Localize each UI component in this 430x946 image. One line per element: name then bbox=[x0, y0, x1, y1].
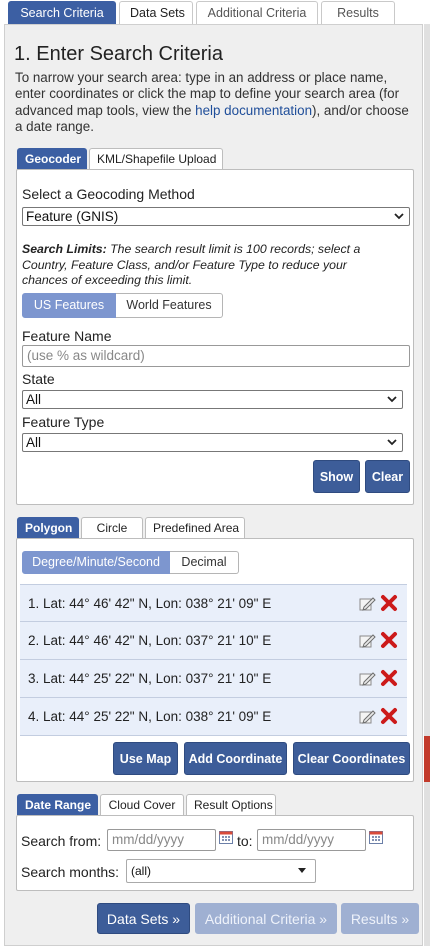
chevron-down-icon bbox=[387, 396, 397, 403]
data-sets-next-button[interactable]: Data Sets » bbox=[97, 903, 190, 934]
delete-x-icon[interactable] bbox=[380, 594, 398, 612]
clear-coordinates-button[interactable]: Clear Coordinates bbox=[293, 742, 410, 775]
world-features-button[interactable]: World Features bbox=[116, 293, 223, 318]
edit-pencil-icon[interactable] bbox=[359, 595, 376, 612]
state-value: All bbox=[26, 392, 42, 407]
tab-circle[interactable]: Circle bbox=[81, 517, 143, 538]
main-tabs: Search Criteria Data Sets Additional Cri… bbox=[8, 1, 395, 24]
feature-type-value: All bbox=[26, 435, 42, 450]
intro-text: To narrow your search area: type in an a… bbox=[15, 70, 415, 136]
coordinate-text: 1. Lat: 44° 46' 42" N, Lon: 038° 21' 09"… bbox=[28, 596, 272, 611]
coordinate-row[interactable]: 1. Lat: 44° 46' 42" N, Lon: 038° 21' 09"… bbox=[20, 584, 407, 622]
chevron-down-icon bbox=[298, 868, 306, 873]
search-limits-note: Search Limits: The search result limit i… bbox=[22, 242, 382, 289]
degree-minute-second-button[interactable]: Degree/Minute/Second bbox=[22, 551, 170, 574]
tab-predefined-area[interactable]: Predefined Area bbox=[145, 517, 245, 538]
results-next-button[interactable]: Results » bbox=[341, 903, 419, 934]
show-button[interactable]: Show bbox=[313, 460, 360, 493]
state-select[interactable]: All bbox=[22, 390, 403, 409]
tab-cloud-cover[interactable]: Cloud Cover bbox=[100, 794, 184, 815]
delete-x-icon[interactable] bbox=[380, 707, 398, 725]
map-edge-marker bbox=[424, 736, 430, 782]
coordinate-row[interactable]: 2. Lat: 44° 46' 42" N, Lon: 037° 21' 10"… bbox=[20, 622, 407, 660]
chevron-down-icon bbox=[394, 213, 404, 220]
geocoder-box: Select a Geocoding Method Feature (GNIS)… bbox=[16, 169, 414, 505]
chevron-down-icon bbox=[387, 439, 397, 446]
feature-scope-toggle: US Features World Features bbox=[22, 293, 223, 318]
search-criteria-panel: 1. Enter Search Criteria To narrow your … bbox=[4, 24, 423, 946]
geocoding-method-select[interactable]: Feature (GNIS) bbox=[22, 207, 410, 226]
geocoding-method-label: Select a Geocoding Method bbox=[22, 186, 195, 202]
feature-name-input[interactable]: (use % as wildcard) bbox=[22, 345, 410, 367]
add-coordinate-button[interactable]: Add Coordinate bbox=[184, 742, 287, 775]
page-title: 1. Enter Search Criteria bbox=[14, 43, 223, 65]
coordinate-text: 3. Lat: 44° 25' 22" N, Lon: 037° 21' 10"… bbox=[28, 671, 272, 686]
calendar-icon[interactable] bbox=[369, 830, 383, 844]
calendar-icon[interactable] bbox=[219, 830, 233, 844]
tab-date-range[interactable]: Date Range bbox=[17, 794, 98, 815]
search-months-value: (all) bbox=[131, 864, 151, 878]
delete-x-icon[interactable] bbox=[380, 631, 398, 649]
us-features-button[interactable]: US Features bbox=[22, 293, 116, 318]
tab-kml-shapefile-upload[interactable]: KML/Shapefile Upload bbox=[89, 148, 223, 169]
state-label: State bbox=[22, 371, 55, 387]
clear-button[interactable]: Clear bbox=[365, 460, 410, 493]
to-label: to: bbox=[237, 833, 253, 849]
search-limits-title: Search Limits: bbox=[22, 242, 107, 256]
map-edge bbox=[424, 24, 430, 946]
search-to-input[interactable]: mm/dd/yyyy bbox=[257, 829, 366, 851]
coordinate-row[interactable]: 4. Lat: 44° 25' 22" N, Lon: 038° 21' 09"… bbox=[20, 698, 407, 736]
feature-type-label: Feature Type bbox=[22, 414, 105, 430]
area-tabs: Polygon Circle Predefined Area bbox=[17, 517, 245, 538]
tab-data-sets[interactable]: Data Sets bbox=[119, 1, 193, 24]
coordinate-row[interactable]: 3. Lat: 44° 25' 22" N, Lon: 037° 21' 10"… bbox=[20, 660, 407, 698]
geocoder-tabs: Geocoder KML/Shapefile Upload bbox=[17, 148, 223, 169]
tab-polygon[interactable]: Polygon bbox=[17, 517, 79, 538]
tab-geocoder[interactable]: Geocoder bbox=[17, 148, 87, 169]
search-from-input[interactable]: mm/dd/yyyy bbox=[107, 829, 216, 851]
feature-name-label: Feature Name bbox=[22, 328, 112, 344]
feature-type-select[interactable]: All bbox=[22, 433, 403, 452]
polygon-box: Degree/Minute/Second Decimal 1. Lat: 44°… bbox=[16, 538, 414, 782]
date-tabs: Date Range Cloud Cover Result Options bbox=[17, 794, 276, 815]
help-documentation-link[interactable]: help documentation bbox=[195, 103, 312, 118]
tab-results[interactable]: Results bbox=[321, 1, 395, 24]
tab-additional-criteria[interactable]: Additional Criteria bbox=[196, 1, 318, 24]
coordinate-text: 4. Lat: 44° 25' 22" N, Lon: 038° 21' 09"… bbox=[28, 709, 272, 724]
date-range-box: Search from: mm/dd/yyyy to: mm/dd/yyyy S… bbox=[16, 815, 414, 891]
tab-result-options[interactable]: Result Options bbox=[186, 794, 276, 815]
delete-x-icon[interactable] bbox=[380, 669, 398, 687]
decimal-button[interactable]: Decimal bbox=[170, 551, 239, 574]
additional-criteria-next-button[interactable]: Additional Criteria » bbox=[195, 903, 337, 934]
coordinate-text: 2. Lat: 44° 46' 42" N, Lon: 037° 21' 10"… bbox=[28, 633, 272, 648]
use-map-button[interactable]: Use Map bbox=[113, 742, 178, 775]
edit-pencil-icon[interactable] bbox=[359, 632, 376, 649]
edit-pencil-icon[interactable] bbox=[359, 708, 376, 725]
search-months-label: Search months: bbox=[21, 864, 120, 880]
edit-pencil-icon[interactable] bbox=[359, 670, 376, 687]
search-from-label: Search from: bbox=[21, 833, 102, 849]
coordinate-format-toggle: Degree/Minute/Second Decimal bbox=[22, 551, 239, 574]
geocoding-method-value: Feature (GNIS) bbox=[26, 209, 119, 224]
tab-search-criteria[interactable]: Search Criteria bbox=[8, 1, 116, 24]
search-months-select[interactable]: (all) bbox=[126, 859, 316, 883]
